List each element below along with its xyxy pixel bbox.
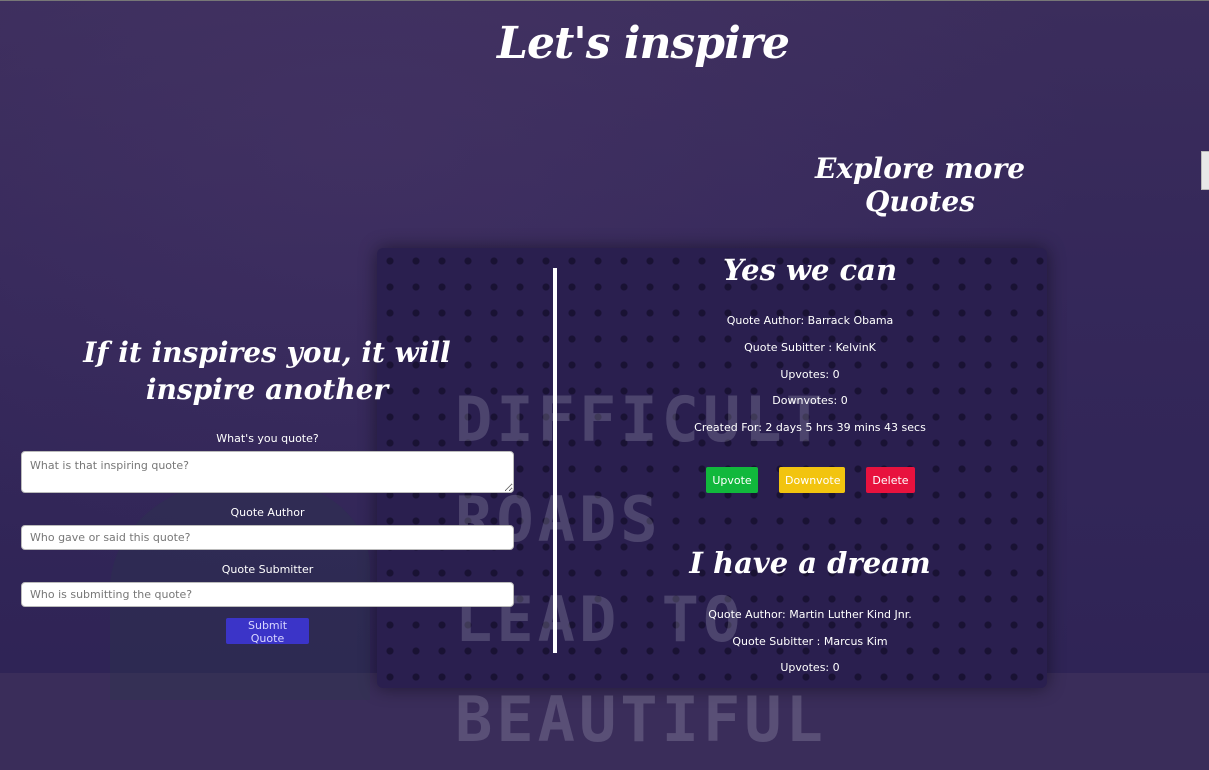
quote-upvotes: Upvotes: 0 <box>780 368 840 381</box>
quote-author: Quote Author: Martin Luther Kind Jnr. <box>708 608 912 621</box>
site-title: Let's inspire <box>497 18 790 69</box>
author-input[interactable] <box>21 525 514 550</box>
submitter-input[interactable] <box>21 582 514 607</box>
quote-title: Yes we can <box>722 253 898 287</box>
downvote-button[interactable]: Downvote <box>779 467 845 493</box>
delete-button[interactable]: Delete <box>866 467 915 493</box>
submit-quote-button[interactable]: Submit Quote <box>226 618 309 645</box>
submitter-label: Quote Submitter <box>221 563 314 576</box>
form-heading: If it inspires you, it will inspire anot… <box>83 336 451 406</box>
quote-created: Created For: 2 days 5 hrs 39 mins 43 sec… <box>694 421 926 434</box>
quote-submitter: Quote Subitter : Marcus Kim <box>732 635 888 648</box>
explore-heading: Explore more Quotes <box>814 152 1026 218</box>
top-border <box>0 0 1209 1</box>
quote-textarea[interactable] <box>21 451 514 493</box>
side-scroll-tab[interactable] <box>1201 151 1209 190</box>
author-label: Quote Author <box>230 506 305 519</box>
upvote-button[interactable]: Upvote <box>706 467 758 493</box>
quote-title: I have a dream <box>689 546 931 580</box>
quote-downvotes: Downvotes: 0 <box>772 394 848 407</box>
quote-author: Quote Author: Barrack Obama <box>726 314 894 327</box>
column-divider <box>553 268 557 653</box>
quote-label: What's you quote? <box>216 432 319 445</box>
quote-upvotes: Upvotes: 0 <box>780 661 840 674</box>
quote-submitter: Quote Subitter : KelvinK <box>744 341 876 354</box>
board-line: BEAUTIFUL <box>455 683 827 756</box>
